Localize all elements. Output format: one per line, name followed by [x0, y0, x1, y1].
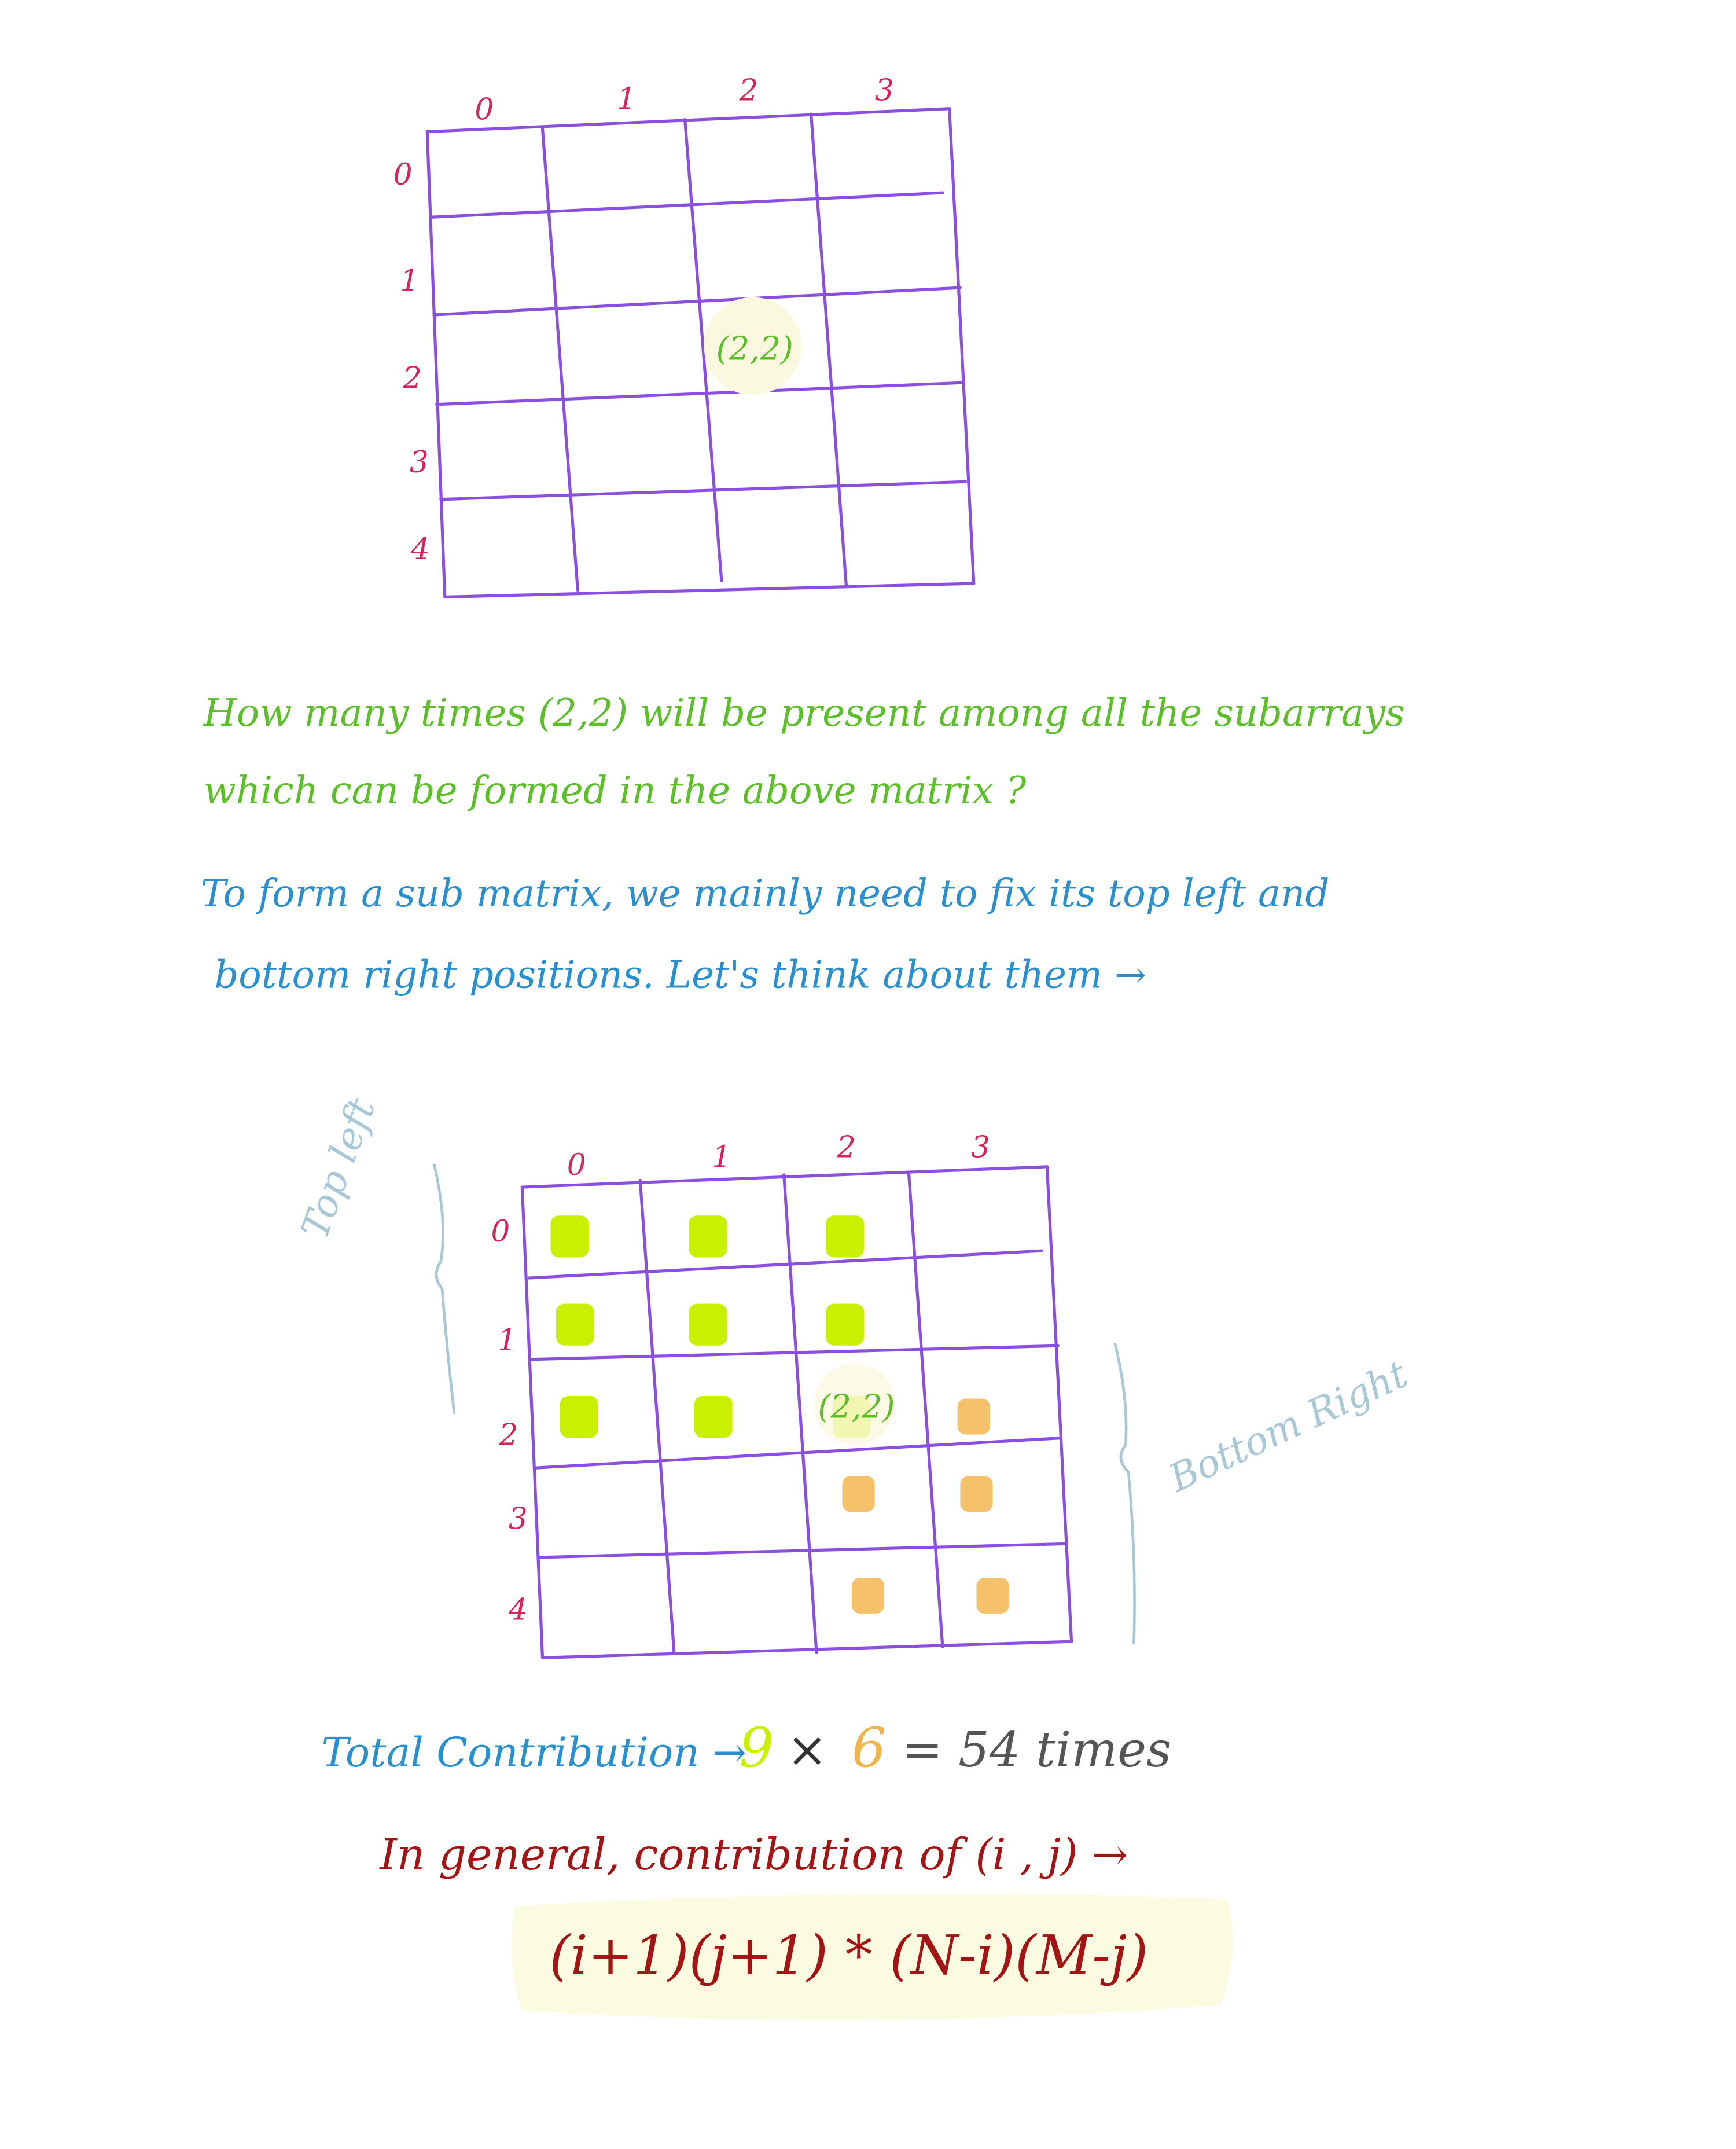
row-label: 3 — [410, 445, 429, 480]
bottom-right-marker — [976, 1578, 1009, 1614]
col-label: 2 — [738, 74, 758, 108]
top-left-marker — [826, 1215, 864, 1258]
col-label: 3 — [971, 1130, 990, 1164]
matrix-grid-1 — [425, 107, 976, 599]
top-left-marker — [689, 1303, 727, 1346]
question-line-2: which can be formed in the above matrix … — [204, 769, 1027, 813]
bottom-right-count: 6 — [852, 1717, 887, 1780]
row-label: 1 — [400, 263, 419, 298]
top-left-count: 9 — [739, 1717, 774, 1780]
row-label: 0 — [393, 157, 413, 192]
top-left-marker — [689, 1215, 727, 1258]
bottom-right-marker — [960, 1476, 993, 1512]
bottom-right-marker — [842, 1476, 875, 1512]
top-left-brace — [432, 1163, 456, 1414]
top-left-label: Top left — [293, 1092, 384, 1244]
cell-label: (2,2) — [818, 1388, 895, 1426]
row-label: 0 — [491, 1214, 510, 1249]
top-left-marker — [560, 1395, 598, 1438]
bottom-right-marker — [851, 1578, 885, 1614]
question-line-1: How many times (2,2) will be present amo… — [203, 691, 1405, 735]
explanation-line-2: bottom right positions. Let's think abou… — [214, 953, 1146, 997]
total-label: Total Contribution → — [321, 1729, 746, 1776]
col-label: 3 — [875, 74, 894, 108]
diagram-canvas: 0 1 2 3 0 1 2 3 4 (2,2) How many times (… — [201, 74, 1414, 2021]
general-formula: (i+1)(j+1) * (N-i)(M-j) — [549, 1924, 1148, 1987]
cell-label: (2,2) — [716, 330, 793, 368]
row-label: 2 — [402, 361, 422, 396]
row-label: 2 — [499, 1417, 518, 1452]
row-label: 4 — [508, 1593, 528, 1628]
top-left-marker — [556, 1303, 594, 1346]
bottom-right-label: Bottom Right — [1162, 1352, 1414, 1501]
col-label: 0 — [567, 1148, 586, 1182]
col-label: 1 — [617, 82, 636, 116]
total-result: = 54 times — [902, 1721, 1172, 1778]
times-sign: × — [786, 1721, 827, 1778]
explanation-line-1: To form a sub matrix, we mainly need to … — [201, 872, 1329, 916]
top-left-marker — [550, 1215, 589, 1258]
bottom-right-marker — [957, 1398, 990, 1435]
row-label: 4 — [410, 532, 430, 567]
top-left-marker — [826, 1303, 864, 1346]
row-label: 1 — [498, 1323, 517, 1357]
general-label: In general, contribution of (i , j) → — [378, 1829, 1128, 1880]
top-left-marker — [694, 1395, 733, 1438]
col-label: 2 — [836, 1130, 856, 1164]
row-label: 3 — [509, 1502, 528, 1537]
bottom-right-brace — [1113, 1342, 1136, 1644]
col-label: 1 — [712, 1140, 731, 1174]
col-label: 0 — [475, 93, 494, 127]
